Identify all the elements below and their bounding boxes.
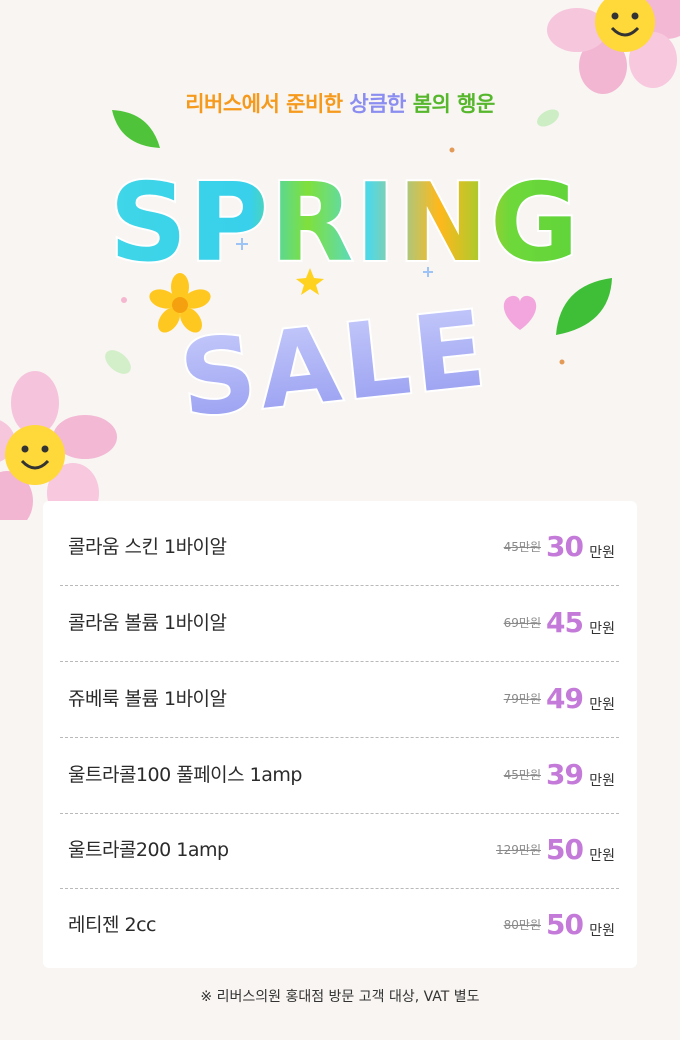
original-price: 129만원 — [496, 843, 541, 857]
price-unit: 만원 — [589, 545, 615, 561]
tagline: 리버스에서 준비한 상큼한 봄의 행운 — [0, 88, 680, 118]
original-price: 80만원 — [503, 918, 541, 932]
price-row: 쥬베룩 볼륨 1바이알 79만원 49 만원 — [60, 661, 619, 738]
promo-page: 리버스에서 준비한 상큼한 봄의 행운 SPRING SALE 콜라움 스킨 1 — [0, 0, 680, 1040]
treatment-name: 울트라콜100 풀페이스 1amp — [68, 764, 303, 786]
sale-price: 49 — [546, 682, 584, 715]
price-unit: 만원 — [589, 848, 615, 864]
price-row: 울트라콜200 1amp 129만원 50 만원 — [60, 812, 619, 889]
price-list-card: 콜라움 스킨 1바이알 45만원 30 만원 콜라움 볼륨 1바이알 69만원 … — [43, 501, 637, 968]
treatment-name: 쥬베룩 볼륨 1바이알 — [68, 688, 227, 710]
tagline-part3: 봄의 행운 — [412, 92, 496, 116]
original-price: 45만원 — [503, 540, 541, 554]
treatment-name: 울트라콜200 1amp — [68, 839, 229, 861]
sale-price: 39 — [546, 758, 584, 791]
sale-price: 50 — [546, 908, 584, 941]
price-row: 울트라콜100 풀페이스 1amp 45만원 39 만원 — [60, 737, 619, 814]
smiley-flower-icon — [547, 0, 680, 94]
original-price: 79만원 — [503, 692, 541, 706]
original-price: 69만원 — [503, 616, 541, 630]
price-unit: 만원 — [589, 697, 615, 713]
title-sale: SALE — [174, 287, 494, 441]
treatment-name: 콜라움 스킨 1바이알 — [68, 536, 227, 558]
tagline-part2: 상큼한 — [349, 92, 406, 116]
sale-price: 45 — [546, 606, 584, 639]
price-unit: 만원 — [589, 773, 615, 789]
treatment-name: 콜라움 볼륨 1바이알 — [68, 612, 227, 634]
original-price: 45만원 — [503, 768, 541, 782]
spring-sale-title: SPRING SALE — [107, 159, 580, 443]
title-spring: SPRING — [109, 161, 580, 286]
tagline-part1: 리버스에서 준비한 — [185, 92, 343, 116]
footnote: ※ 리버스의원 홍대점 방문 고객 대상, VAT 별도 — [200, 989, 480, 1005]
sale-price: 50 — [546, 833, 584, 866]
price-row: 레티젠 2cc 80만원 50 만원 — [60, 887, 619, 963]
price-row: 콜라움 스킨 1바이알 45만원 30 만원 — [60, 509, 619, 586]
price-unit: 만원 — [589, 923, 615, 939]
price-unit: 만원 — [589, 621, 615, 637]
sale-price: 30 — [546, 530, 584, 563]
price-row: 콜라움 볼륨 1바이알 69만원 45 만원 — [60, 585, 619, 662]
treatment-name: 레티젠 2cc — [68, 914, 156, 936]
